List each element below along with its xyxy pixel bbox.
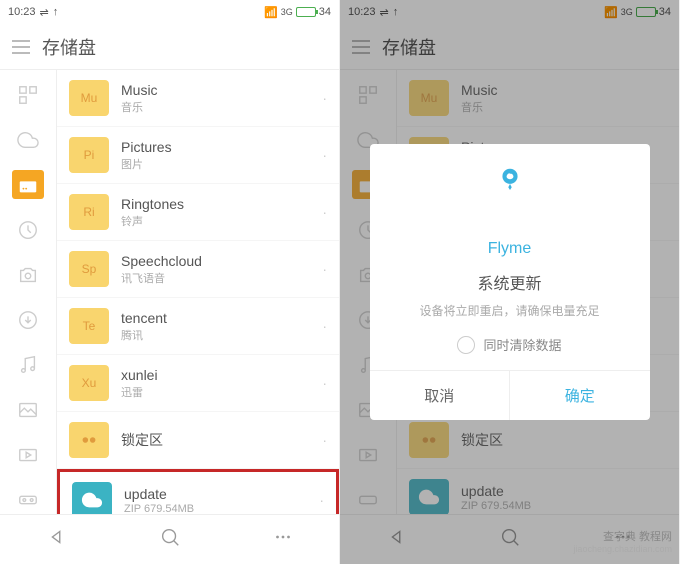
file-name: Ringtones — [121, 196, 322, 212]
sidebar-vr-icon[interactable] — [12, 485, 44, 514]
search-icon[interactable] — [159, 526, 181, 553]
more-icon[interactable]: · — [322, 90, 327, 106]
more-icon[interactable]: · — [322, 318, 327, 334]
folder-icon: Pi — [69, 137, 109, 173]
flyme-brand: Flyme — [386, 240, 634, 258]
file-list[interactable]: Mu Music音乐 · Pi Pictures图片 · Ri Ringtone… — [56, 70, 339, 514]
status-time: 10:23 — [8, 6, 36, 18]
file-item-pictures[interactable]: Pi Pictures图片 · — [57, 127, 339, 184]
folder-icon: Sp — [69, 251, 109, 287]
file-sub: 铃声 — [121, 213, 322, 229]
file-sub: 图片 — [121, 156, 322, 172]
phone-left: 10:23 ⇌ ↑ 📶 3G 34 存储盘 — [0, 0, 340, 564]
file-item-xunlei[interactable]: Xu xunlei迅雷 · — [57, 355, 339, 412]
back-icon[interactable] — [46, 526, 68, 553]
sidebar-cloud-icon[interactable] — [12, 125, 44, 154]
file-item-ringtones[interactable]: Ri Ringtones铃声 · — [57, 184, 339, 241]
folder-icon: Ri — [69, 194, 109, 230]
more-icon[interactable]: · — [322, 432, 327, 448]
file-name: Music — [121, 82, 322, 98]
modal-overlay[interactable]: Flyme 系统更新 设备将立即重启，请确保电量充足 同时清除数据 取消 确定 — [340, 0, 679, 564]
battery-level: 34 — [319, 6, 331, 18]
more-icon[interactable]: · — [319, 492, 324, 508]
more-icon[interactable]: · — [322, 261, 327, 277]
cancel-button[interactable]: 取消 — [370, 371, 510, 420]
confirm-button[interactable]: 确定 — [509, 371, 650, 420]
file-item-speechcloud[interactable]: Sp Speechcloud讯飞语音 · — [57, 241, 339, 298]
sidebar-image-icon[interactable] — [12, 395, 44, 424]
checkbox-label: 同时清除数据 — [483, 335, 561, 354]
file-item-locked[interactable]: 锁定区 · — [57, 412, 339, 469]
folder-icon: Te — [69, 308, 109, 344]
sidebar-music-icon[interactable] — [12, 350, 44, 379]
usb-icon: ⇌ — [40, 6, 49, 19]
page-title: 存储盘 — [42, 34, 96, 60]
status-bar: 10:23 ⇌ ↑ 📶 3G 34 — [0, 0, 339, 24]
sidebar-camera-icon[interactable] — [12, 260, 44, 289]
checkbox-icon[interactable] — [457, 336, 475, 354]
sidebar-storage-icon[interactable] — [12, 170, 44, 199]
flyme-icon — [483, 168, 537, 232]
phone-right: 10:23 ⇌ ↑ 📶 3G 34 存储盘 — [340, 0, 680, 564]
checkbox-clear-data[interactable]: 同时清除数据 — [386, 335, 634, 354]
file-name: 锁定区 — [121, 430, 322, 450]
more-icon[interactable]: · — [322, 204, 327, 220]
cloud-icon — [72, 482, 112, 514]
file-name: xunlei — [121, 367, 322, 383]
sidebar-category-icon[interactable] — [12, 80, 44, 109]
file-sub: 腾讯 — [121, 327, 322, 343]
folder-icon: Xu — [69, 365, 109, 401]
more-icon[interactable]: · — [322, 147, 327, 163]
network-icon: 3G — [281, 7, 293, 17]
watermark-main: 查字典 教程网 — [573, 530, 672, 544]
sidebar-download-icon[interactable] — [12, 305, 44, 334]
file-name: Pictures — [121, 139, 322, 155]
sidebar-video-icon[interactable] — [12, 440, 44, 469]
sidebar-recent-icon[interactable] — [12, 215, 44, 244]
watermark: 查字典 教程网 jiaocheng.chazidian.com — [573, 530, 672, 556]
menu-icon[interactable] — [12, 40, 30, 54]
header: 存储盘 — [0, 24, 339, 70]
file-sub: 讯飞语音 — [121, 270, 322, 286]
update-dialog: Flyme 系统更新 设备将立即重启，请确保电量充足 同时清除数据 取消 确定 — [370, 144, 650, 420]
file-name: tencent — [121, 310, 322, 326]
more-icon[interactable]: · — [322, 375, 327, 391]
file-sub: 迅雷 — [121, 384, 322, 400]
file-item-update[interactable]: updateZIP 679.54MB · — [57, 469, 339, 514]
dialog-title: 系统更新 — [386, 270, 634, 294]
nav-bar — [0, 514, 339, 564]
battery-icon — [296, 7, 316, 17]
file-sub: 音乐 — [121, 99, 322, 115]
file-sub: ZIP 679.54MB — [124, 503, 319, 515]
dialog-message: 设备将立即重启，请确保电量充足 — [386, 302, 634, 319]
upload-icon: ↑ — [53, 6, 59, 18]
more-icon[interactable] — [272, 526, 294, 553]
glasses-icon — [69, 422, 109, 458]
file-name: update — [124, 486, 319, 502]
file-name: Speechcloud — [121, 253, 322, 269]
folder-icon: Mu — [69, 80, 109, 116]
signal-icon: 📶 — [264, 6, 278, 19]
file-item-music[interactable]: Mu Music音乐 · — [57, 70, 339, 127]
file-item-tencent[interactable]: Te tencent腾讯 · — [57, 298, 339, 355]
watermark-sub: jiaocheng.chazidian.com — [573, 544, 672, 556]
sidebar — [0, 70, 56, 514]
